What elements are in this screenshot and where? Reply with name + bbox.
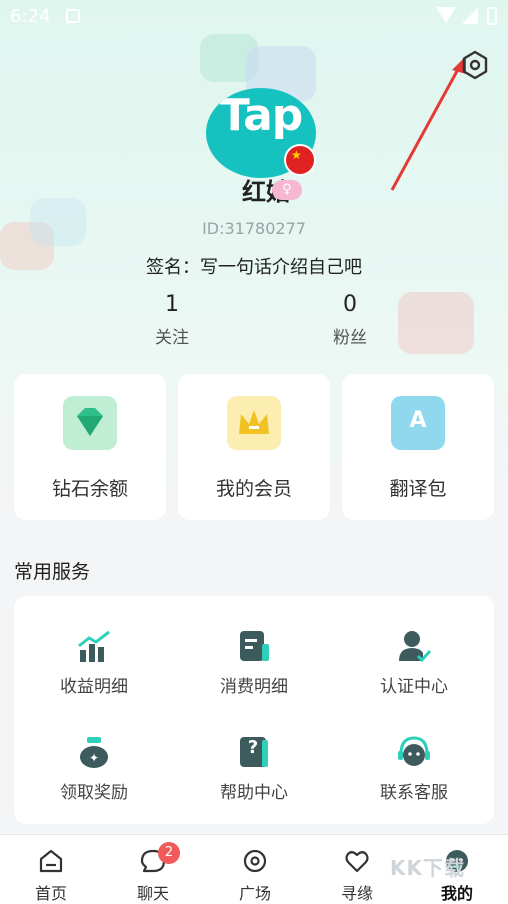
tab-label: 聊天 [136, 884, 169, 903]
heart-icon [345, 851, 369, 873]
following-label: 关注 [155, 328, 189, 348]
claim-rewards-item[interactable]: ✦ 领取奖励 [14, 720, 174, 820]
status-bar: 6:24 [0, 0, 508, 34]
settings-button[interactable] [458, 48, 492, 82]
earnings-detail-item[interactable]: 收益明细 [14, 614, 174, 714]
followers-label: 粉丝 [333, 328, 367, 348]
tab-home[interactable]: 首页 [0, 835, 102, 904]
wifi-icon [436, 7, 456, 23]
watermark: KK下载 [390, 856, 465, 880]
headset-icon [398, 736, 430, 766]
common-services-panel: 收益明细 消费明细 认证中心 ✦ 领取奖励 ? 帮助中心 联系客服 [14, 596, 494, 824]
tab-label: 首页 [34, 884, 67, 903]
home-icon [39, 849, 63, 873]
chat-unread-badge: 2 [158, 842, 180, 864]
svg-text:✦: ✦ [89, 751, 99, 765]
translate-icon-letter: A [409, 408, 427, 433]
avatar-logo-text: Tap [219, 90, 304, 141]
bill-icon [240, 631, 269, 661]
following-count: 1 [165, 292, 179, 317]
translate-icon: A [391, 396, 445, 450]
verified-user-icon [399, 631, 432, 663]
service-label: 收益明细 [60, 677, 128, 697]
decorative-like-bubble [398, 292, 474, 354]
female-gender-icon: ♀ [272, 180, 302, 200]
followers-stat[interactable]: 0 粉丝 [295, 292, 405, 348]
settings-hexagon-icon [462, 50, 488, 80]
crown-icon [227, 396, 281, 450]
card-label: 我的会员 [215, 478, 292, 500]
status-time: 6:24 [10, 6, 51, 27]
service-label: 帮助中心 [220, 783, 288, 803]
diamond-balance-card[interactable]: 钻石余额 [14, 374, 166, 520]
card-label: 翻译包 [389, 478, 447, 500]
money-bag-icon: ✦ [80, 737, 108, 768]
verification-center-item[interactable]: 认证中心 [334, 614, 494, 714]
tab-label: 我的 [440, 884, 473, 903]
notification-icon [66, 9, 80, 23]
signal-icon [462, 8, 478, 24]
service-label: 领取奖励 [60, 783, 128, 803]
tab-chat[interactable]: 聊天 [102, 835, 204, 904]
diamond-icon [63, 396, 117, 450]
tab-plaza[interactable]: 广场 [204, 835, 306, 904]
translation-pack-card[interactable]: A 翻译包 [342, 374, 494, 520]
help-icon-glyph: ? [247, 737, 259, 758]
tab-label: 寻缘 [340, 884, 373, 903]
spending-detail-item[interactable]: 消费明细 [174, 614, 334, 714]
card-label: 钻石余额 [51, 478, 128, 500]
plaza-icon [243, 849, 267, 873]
service-label: 联系客服 [380, 783, 448, 803]
following-stat[interactable]: 1 关注 [117, 292, 227, 348]
signature[interactable]: 签名：写一句话介绍自己吧 [0, 253, 508, 279]
contact-support-item[interactable]: 联系客服 [334, 720, 494, 820]
username: 红姑 [242, 178, 290, 206]
tab-label: 广场 [238, 884, 271, 903]
service-label: 消费明细 [220, 677, 288, 697]
service-label: 认证中心 [380, 677, 448, 697]
followers-count: 0 [343, 292, 357, 317]
help-center-item[interactable]: ? 帮助中心 [174, 720, 334, 820]
chart-icon [78, 630, 110, 662]
my-membership-card[interactable]: 我的会员 [178, 374, 330, 520]
section-title-common-services: 常用服务 [14, 561, 91, 583]
battery-icon [487, 7, 497, 25]
user-id: ID:31780277 [202, 219, 306, 238]
